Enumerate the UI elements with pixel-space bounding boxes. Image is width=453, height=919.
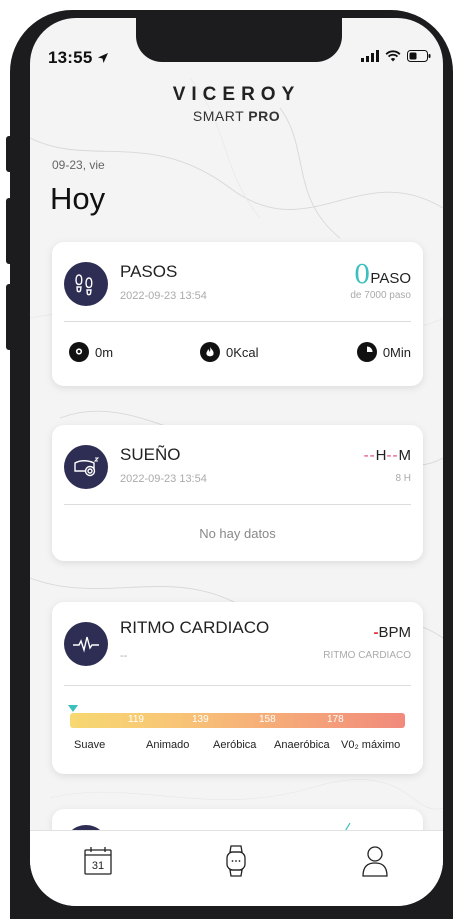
zone-label: Animado — [146, 739, 190, 751]
sleep-m-label: M — [398, 447, 412, 464]
zone-label: Suave — [74, 739, 106, 751]
sleep-value: --H--M — [364, 447, 411, 464]
app-screen: 13:55 VICEROY SMART PRO 09-23, vie Hoy P… — [30, 18, 443, 906]
sleep-goal: 8 H — [395, 473, 411, 484]
mute-switch — [6, 136, 14, 172]
sleep-card[interactable]: SUEÑO 2022-09-23 13:54 --H--M 8 H No hay… — [52, 425, 423, 561]
zone-label: Aeróbica — [213, 739, 257, 751]
profile-icon — [362, 846, 388, 877]
sleep-empty-state: No hay datos — [199, 526, 276, 541]
distance-stat: 0m — [69, 342, 113, 362]
steps-count: 0 — [353, 260, 371, 290]
footprints-icon — [75, 274, 93, 296]
steps-value: 0PASO — [354, 260, 411, 290]
zone-label: V0₂ máximo — [341, 739, 401, 751]
zone-marker-icon — [68, 705, 78, 712]
calendar-day: 31 — [92, 860, 104, 872]
zone-label: Anaeróbica — [274, 739, 330, 751]
page-title: Hoy — [50, 181, 106, 216]
brand-logo: VICEROY SMART PRO — [30, 84, 443, 124]
location-pin-icon — [69, 342, 89, 362]
sleep-icon-circle — [64, 445, 108, 489]
sleep-timestamp: 2022-09-23 13:54 — [120, 473, 207, 485]
signal-icon — [361, 50, 379, 62]
calendar-icon: 31 — [84, 847, 112, 875]
heart-value: -BPM — [373, 624, 411, 641]
tab-bar: 31 — [30, 830, 443, 906]
heart-unit-sub: RITMO CARDIACO — [323, 650, 411, 661]
notch — [136, 18, 342, 62]
tab-calendar[interactable]: 31 — [78, 841, 118, 881]
steps-icon-circle — [64, 262, 108, 306]
date-label: 09-23, vie — [52, 158, 105, 172]
brand-name: VICEROY — [172, 84, 301, 105]
location-arrow-icon — [98, 53, 109, 63]
watch-icon — [226, 845, 246, 877]
minutes-stat: 0Min — [356, 342, 411, 362]
distance-value: 0m — [95, 344, 114, 360]
steps-divider — [64, 321, 411, 322]
minutes-value: 0Min — [382, 344, 411, 360]
heart-subtitle: -- — [120, 650, 128, 662]
steps-timestamp: 2022-09-23 13:54 — [120, 290, 207, 302]
heart-divider — [64, 685, 411, 686]
sleep-divider — [64, 504, 411, 505]
steps-card[interactable]: PASOS 2022-09-23 13:54 0PASO de 7000 pas… — [52, 242, 423, 386]
heartbeat-icon — [73, 636, 99, 653]
steps-title: PASOS — [120, 262, 178, 281]
brand-sub: SMART PRO — [192, 108, 281, 124]
steps-unit: PASO — [370, 270, 411, 287]
calories-value: 0Kcal — [226, 344, 259, 360]
wifi-icon — [385, 50, 401, 62]
status-time: 13:55 — [48, 48, 109, 68]
zone-tick: 139 — [192, 714, 209, 725]
steps-goal: de 7000 paso — [350, 290, 411, 301]
heart-icon-circle — [64, 622, 108, 666]
sleep-h-label: H — [375, 447, 387, 464]
heart-title: RITMO CARDIACO — [120, 618, 270, 637]
zone-tick: 178 — [327, 714, 344, 725]
sleep-hours-dash: -- — [363, 447, 376, 464]
tab-device[interactable] — [216, 841, 256, 881]
tab-profile[interactable] — [355, 841, 395, 881]
battery-icon — [407, 50, 431, 62]
heart-zone-bar — [70, 713, 405, 728]
volume-up-button — [6, 198, 14, 264]
status-icons — [361, 50, 431, 62]
clock-icon — [356, 342, 377, 362]
calories-stat: 0Kcal — [200, 342, 259, 362]
heart-unit: BPM — [378, 624, 411, 641]
sleep-min-dash: -- — [386, 447, 399, 464]
volume-down-button — [6, 284, 14, 350]
zone-tick: 119 — [128, 714, 144, 725]
sleep-title: SUEÑO — [120, 445, 181, 464]
sleep-bed-icon — [74, 457, 100, 477]
heart-rate-card[interactable]: RITMO CARDIACO -- -BPM RITMO CARDIACO 11… — [52, 602, 423, 774]
flame-icon — [200, 342, 220, 362]
zone-tick: 158 — [259, 714, 276, 725]
